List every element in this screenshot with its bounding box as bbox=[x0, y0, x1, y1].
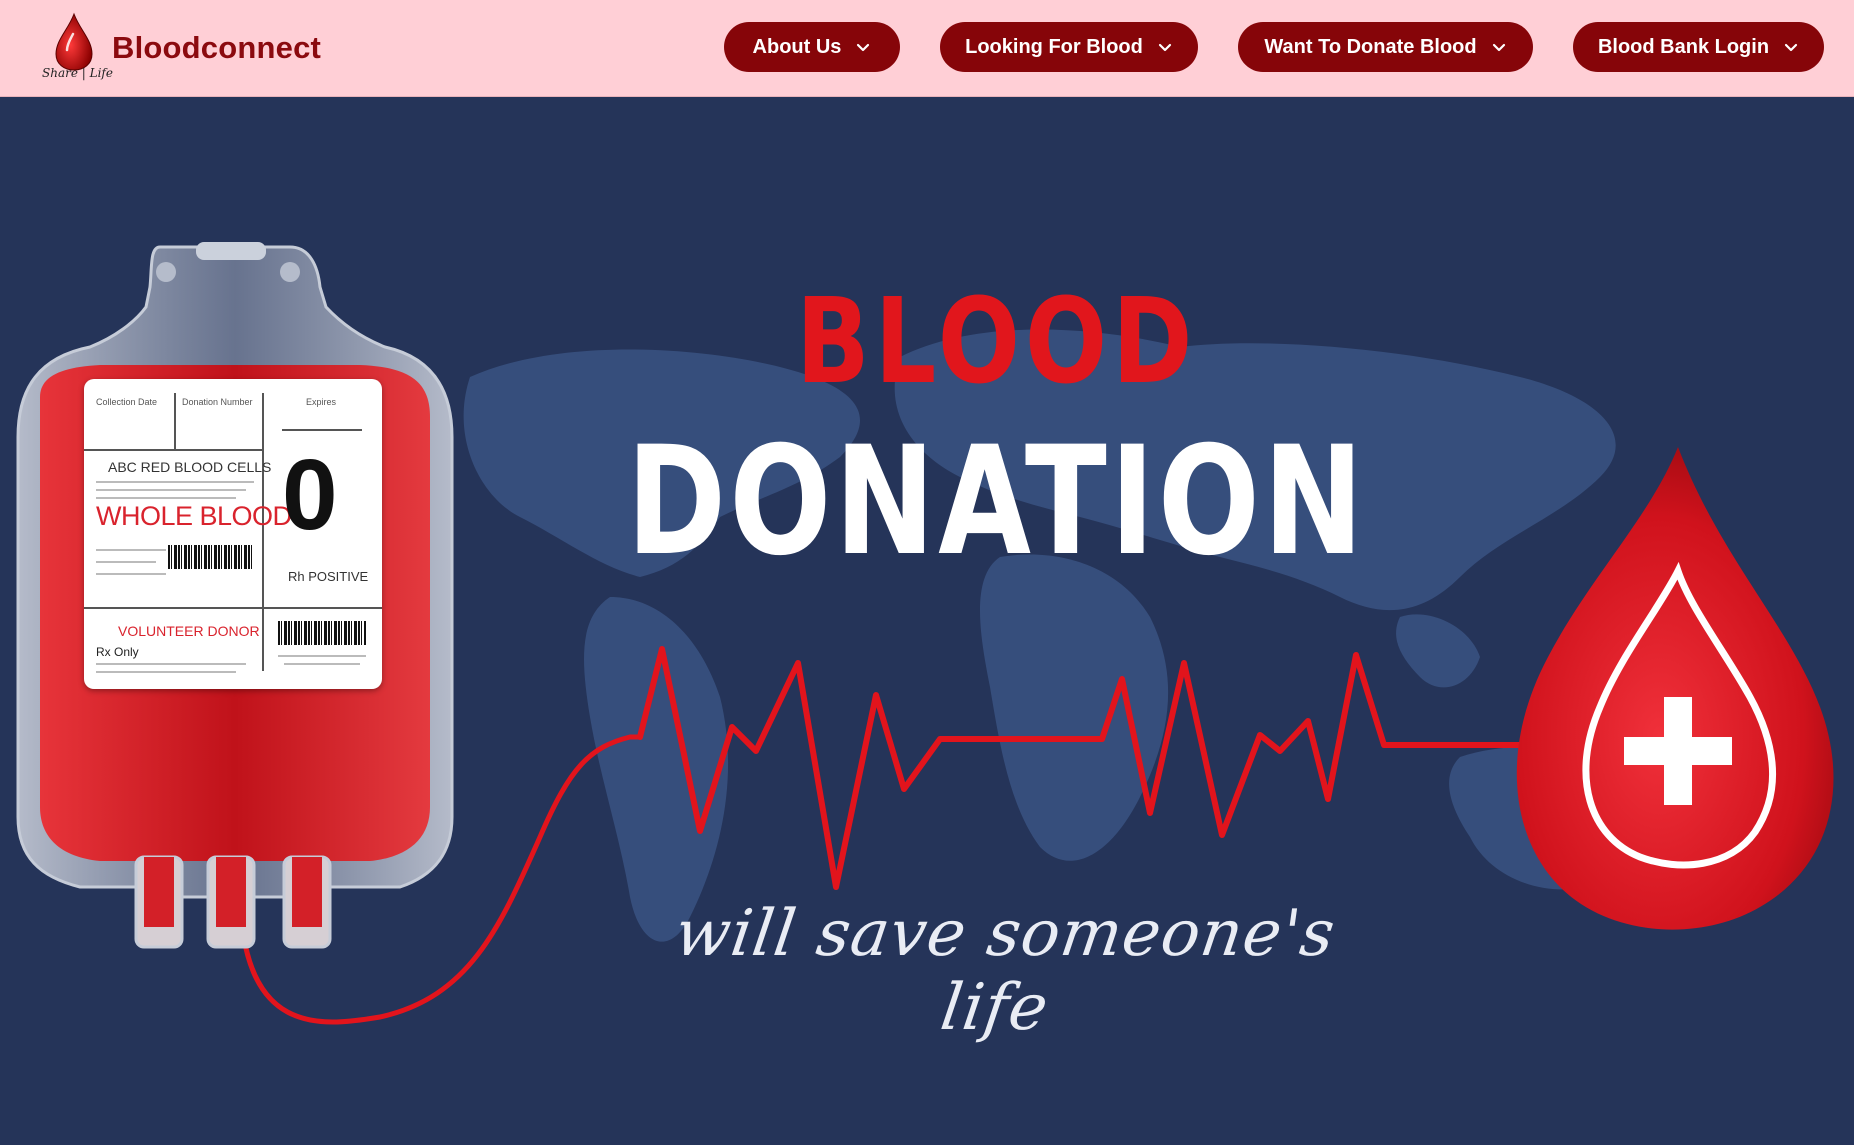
hero-title-blood: BLOOD bbox=[795, 272, 1198, 410]
nav-about-us-label: About Us bbox=[752, 35, 842, 58]
hero-banner: Collection Date Donation Number Expires … bbox=[0, 97, 1854, 1145]
hero-title-donation: DONATION bbox=[626, 415, 1367, 589]
nav-looking-label: Looking For Blood bbox=[965, 35, 1143, 58]
nav-about-us[interactable]: About Us bbox=[724, 22, 900, 72]
chevron-down-icon bbox=[1492, 43, 1505, 52]
brand-logo[interactable]: Share | Life bbox=[40, 12, 113, 84]
chevron-down-icon bbox=[857, 43, 870, 52]
label-collection-date: Collection Date bbox=[96, 397, 158, 407]
chevron-down-icon bbox=[1158, 43, 1171, 52]
label-donor: VOLUNTEER DONOR bbox=[118, 623, 260, 639]
nav-donate-label: Want To Donate Blood bbox=[1264, 35, 1477, 58]
brand[interactable]: Share | Life Bloodconnect bbox=[40, 12, 321, 84]
label-rx: Rx Only bbox=[96, 645, 139, 659]
hero-tagline: will save someone's life bbox=[670, 897, 1340, 1045]
nav-looking-for-blood[interactable]: Looking For Blood bbox=[940, 22, 1198, 72]
logo-text: Share | Life bbox=[42, 66, 113, 80]
nav-blood-bank-login[interactable]: Blood Bank Login bbox=[1573, 22, 1824, 72]
site-header: Share | Life Bloodconnect About Us Looki… bbox=[0, 0, 1854, 97]
brand-name[interactable]: Bloodconnect bbox=[112, 30, 321, 66]
nav-want-to-donate[interactable]: Want To Donate Blood bbox=[1238, 22, 1533, 72]
chevron-down-icon bbox=[1784, 43, 1798, 52]
nav-bank-label: Blood Bank Login bbox=[1597, 35, 1770, 58]
